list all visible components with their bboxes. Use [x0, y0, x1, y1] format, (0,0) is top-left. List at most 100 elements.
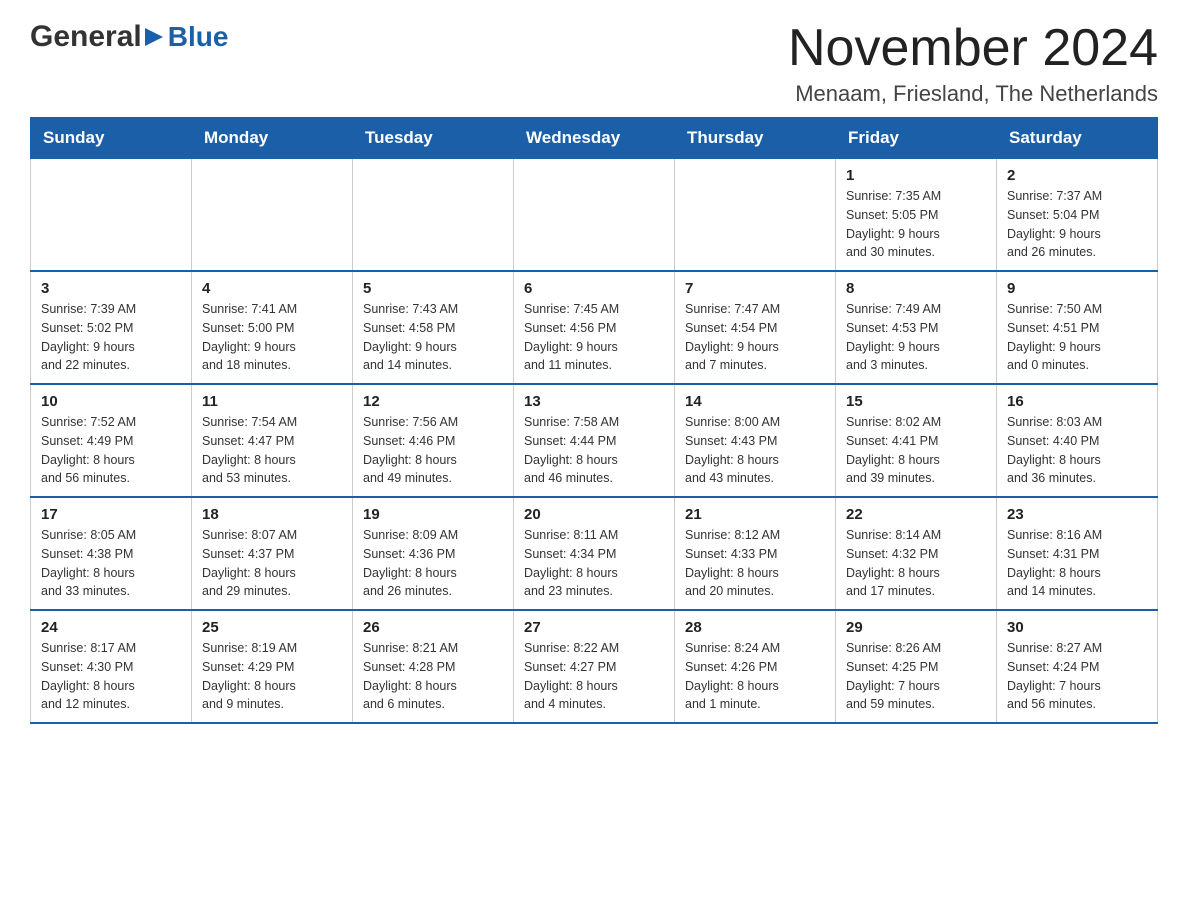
calendar-cell: 25 Sunrise: 8:19 AM Sunset: 4:29 PM Dayli… [192, 610, 353, 723]
day-info: Sunrise: 8:02 AM Sunset: 4:41 PM Dayligh… [846, 413, 986, 488]
day-number: 7 [685, 280, 825, 297]
calendar-cell [353, 159, 514, 272]
logo-arrow-icon [143, 26, 165, 48]
day-number: 1 [846, 167, 986, 184]
day-info: Sunrise: 8:24 AM Sunset: 4:26 PM Dayligh… [685, 639, 825, 714]
day-header-tuesday: Tuesday [353, 118, 514, 159]
day-info: Sunrise: 7:54 AM Sunset: 4:47 PM Dayligh… [202, 413, 342, 488]
calendar-cell: 4 Sunrise: 7:41 AM Sunset: 5:00 PM Daylig… [192, 271, 353, 384]
day-info: Sunrise: 8:22 AM Sunset: 4:27 PM Dayligh… [524, 639, 664, 714]
day-number: 27 [524, 619, 664, 636]
day-number: 24 [41, 619, 181, 636]
day-info: Sunrise: 8:27 AM Sunset: 4:24 PM Dayligh… [1007, 639, 1147, 714]
day-header-monday: Monday [192, 118, 353, 159]
calendar-cell [192, 159, 353, 272]
calendar-cell: 29 Sunrise: 8:26 AM Sunset: 4:25 PM Dayli… [836, 610, 997, 723]
calendar-week-row: 1 Sunrise: 7:35 AM Sunset: 5:05 PM Daylig… [31, 159, 1158, 272]
calendar-cell [675, 159, 836, 272]
day-info: Sunrise: 7:37 AM Sunset: 5:04 PM Dayligh… [1007, 187, 1147, 262]
day-number: 6 [524, 280, 664, 297]
day-info: Sunrise: 8:12 AM Sunset: 4:33 PM Dayligh… [685, 526, 825, 601]
logo: General Blue [30, 20, 228, 54]
day-info: Sunrise: 7:56 AM Sunset: 4:46 PM Dayligh… [363, 413, 503, 488]
day-info: Sunrise: 8:03 AM Sunset: 4:40 PM Dayligh… [1007, 413, 1147, 488]
calendar-week-row: 3Sunrise: 7:39 AM Sunset: 5:02 PM Daylig… [31, 271, 1158, 384]
calendar-week-row: 17Sunrise: 8:05 AM Sunset: 4:38 PM Dayli… [31, 497, 1158, 610]
calendar-cell: 13Sunrise: 7:58 AM Sunset: 4:44 PM Dayli… [514, 384, 675, 497]
day-info: Sunrise: 8:19 AM Sunset: 4:29 PM Dayligh… [202, 639, 342, 714]
calendar-cell: 6 Sunrise: 7:45 AM Sunset: 4:56 PM Daylig… [514, 271, 675, 384]
day-info: Sunrise: 7:41 AM Sunset: 5:00 PM Dayligh… [202, 300, 342, 375]
calendar-cell: 27 Sunrise: 8:22 AM Sunset: 4:27 PM Dayli… [514, 610, 675, 723]
logo-blue: Blue [168, 21, 229, 53]
day-number: 13 [524, 393, 664, 410]
day-info: Sunrise: 7:50 AM Sunset: 4:51 PM Dayligh… [1007, 300, 1147, 375]
calendar-cell: 17Sunrise: 8:05 AM Sunset: 4:38 PM Dayli… [31, 497, 192, 610]
month-title: November 2024 [788, 20, 1158, 77]
calendar-cell: 10Sunrise: 7:52 AM Sunset: 4:49 PM Dayli… [31, 384, 192, 497]
calendar-week-row: 24 Sunrise: 8:17 AM Sunset: 4:30 PM Dayli… [31, 610, 1158, 723]
day-header-saturday: Saturday [997, 118, 1158, 159]
day-header-friday: Friday [836, 118, 997, 159]
day-number: 28 [685, 619, 825, 636]
day-info: Sunrise: 7:39 AM Sunset: 5:02 PM Dayligh… [41, 300, 181, 375]
calendar-cell: 21 Sunrise: 8:12 AM Sunset: 4:33 PM Dayli… [675, 497, 836, 610]
day-number: 14 [685, 393, 825, 410]
day-number: 30 [1007, 619, 1147, 636]
calendar-cell: 23 Sunrise: 8:16 AM Sunset: 4:31 PM Dayli… [997, 497, 1158, 610]
calendar-cell: 19Sunrise: 8:09 AM Sunset: 4:36 PM Dayli… [353, 497, 514, 610]
day-info: Sunrise: 8:16 AM Sunset: 4:31 PM Dayligh… [1007, 526, 1147, 601]
calendar-cell: 5 Sunrise: 7:43 AM Sunset: 4:58 PM Daylig… [353, 271, 514, 384]
day-info: Sunrise: 7:35 AM Sunset: 5:05 PM Dayligh… [846, 187, 986, 262]
day-header-sunday: Sunday [31, 118, 192, 159]
calendar-cell: 26Sunrise: 8:21 AM Sunset: 4:28 PM Dayli… [353, 610, 514, 723]
day-info: Sunrise: 7:47 AM Sunset: 4:54 PM Dayligh… [685, 300, 825, 375]
day-number: 9 [1007, 280, 1147, 297]
day-number: 5 [363, 280, 503, 297]
day-number: 12 [363, 393, 503, 410]
day-info: Sunrise: 7:49 AM Sunset: 4:53 PM Dayligh… [846, 300, 986, 375]
day-header-thursday: Thursday [675, 118, 836, 159]
day-info: Sunrise: 8:14 AM Sunset: 4:32 PM Dayligh… [846, 526, 986, 601]
day-number: 29 [846, 619, 986, 636]
calendar-cell: 22Sunrise: 8:14 AM Sunset: 4:32 PM Dayli… [836, 497, 997, 610]
calendar-cell [514, 159, 675, 272]
day-number: 15 [846, 393, 986, 410]
day-info: Sunrise: 7:43 AM Sunset: 4:58 PM Dayligh… [363, 300, 503, 375]
day-number: 20 [524, 506, 664, 523]
title-area: November 2024 Menaam, Friesland, The Net… [788, 20, 1158, 107]
day-info: Sunrise: 8:21 AM Sunset: 4:28 PM Dayligh… [363, 639, 503, 714]
calendar-cell: 11 Sunrise: 7:54 AM Sunset: 4:47 PM Dayli… [192, 384, 353, 497]
calendar-cell: 9 Sunrise: 7:50 AM Sunset: 4:51 PM Daylig… [997, 271, 1158, 384]
day-info: Sunrise: 8:26 AM Sunset: 4:25 PM Dayligh… [846, 639, 986, 714]
calendar-cell: 2 Sunrise: 7:37 AM Sunset: 5:04 PM Daylig… [997, 159, 1158, 272]
page-header: General Blue November 2024 Menaam, Fries… [30, 20, 1158, 107]
calendar-header-row: SundayMondayTuesdayWednesdayThursdayFrid… [31, 118, 1158, 159]
calendar-cell: 12 Sunrise: 7:56 AM Sunset: 4:46 PM Dayli… [353, 384, 514, 497]
logo-area: General Blue [30, 20, 228, 54]
day-info: Sunrise: 7:45 AM Sunset: 4:56 PM Dayligh… [524, 300, 664, 375]
day-number: 8 [846, 280, 986, 297]
day-number: 19 [363, 506, 503, 523]
calendar-cell: 7 Sunrise: 7:47 AM Sunset: 4:54 PM Daylig… [675, 271, 836, 384]
calendar-cell: 3Sunrise: 7:39 AM Sunset: 5:02 PM Daylig… [31, 271, 192, 384]
calendar-cell: 14 Sunrise: 8:00 AM Sunset: 4:43 PM Dayli… [675, 384, 836, 497]
day-number: 18 [202, 506, 342, 523]
calendar-table: SundayMondayTuesdayWednesdayThursdayFrid… [30, 117, 1158, 724]
day-info: Sunrise: 8:07 AM Sunset: 4:37 PM Dayligh… [202, 526, 342, 601]
day-number: 11 [202, 393, 342, 410]
day-info: Sunrise: 8:05 AM Sunset: 4:38 PM Dayligh… [41, 526, 181, 601]
day-number: 23 [1007, 506, 1147, 523]
calendar-cell: 8 Sunrise: 7:49 AM Sunset: 4:53 PM Daylig… [836, 271, 997, 384]
calendar-cell: 1 Sunrise: 7:35 AM Sunset: 5:05 PM Daylig… [836, 159, 997, 272]
day-number: 21 [685, 506, 825, 523]
calendar-cell: 28 Sunrise: 8:24 AM Sunset: 4:26 PM Dayli… [675, 610, 836, 723]
day-number: 25 [202, 619, 342, 636]
calendar-cell: 20Sunrise: 8:11 AM Sunset: 4:34 PM Dayli… [514, 497, 675, 610]
day-info: Sunrise: 8:00 AM Sunset: 4:43 PM Dayligh… [685, 413, 825, 488]
day-number: 4 [202, 280, 342, 297]
calendar-cell [31, 159, 192, 272]
day-header-wednesday: Wednesday [514, 118, 675, 159]
day-number: 2 [1007, 167, 1147, 184]
day-info: Sunrise: 8:17 AM Sunset: 4:30 PM Dayligh… [41, 639, 181, 714]
